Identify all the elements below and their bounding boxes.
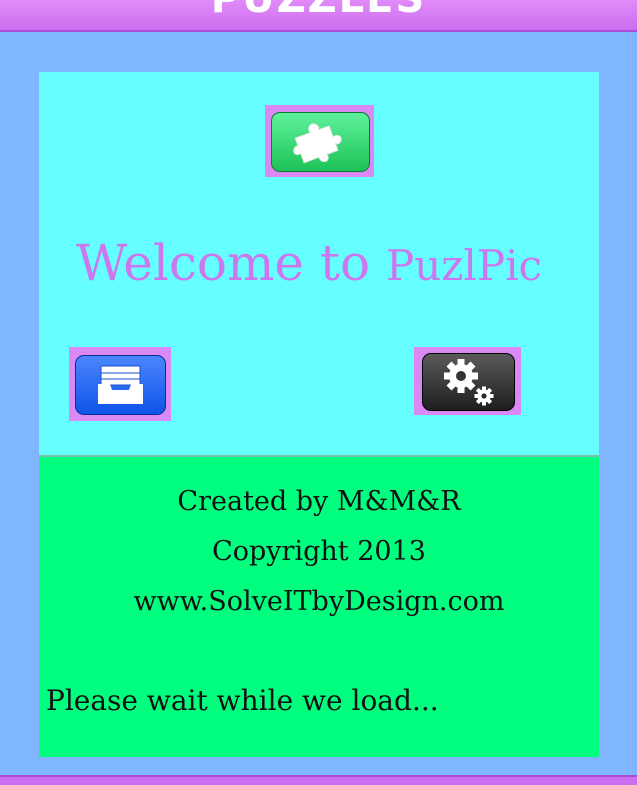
- settings-button[interactable]: [414, 347, 521, 415]
- website-text: www.SolveITbyDesign.com: [133, 586, 505, 617]
- welcome-heading: Welcome to PuzlPic: [39, 228, 579, 301]
- gears-icon: [444, 359, 494, 406]
- saved-puzzles-button[interactable]: [69, 347, 171, 421]
- puzzle-piece-icon: [293, 123, 342, 164]
- settings-button-face[interactable]: [422, 353, 515, 411]
- title-bar-label: PUZZLES: [0, 0, 637, 22]
- inbox-tray-icon: [98, 365, 143, 404]
- puzzle-button-face[interactable]: [271, 112, 370, 172]
- app-name: PuzlPic: [385, 241, 543, 290]
- copyright-text: Copyright 2013: [212, 536, 426, 567]
- loading-status-text: Please wait while we load...: [46, 684, 439, 717]
- saved-puzzles-button-face[interactable]: [75, 355, 166, 415]
- created-by-text: Created by M&M&R: [177, 486, 461, 517]
- title-bar: PUZZLES: [0, 0, 637, 32]
- puzzle-button[interactable]: [265, 105, 374, 177]
- welcome-prefix: Welcome to: [75, 234, 386, 292]
- bottom-bar: [0, 775, 637, 785]
